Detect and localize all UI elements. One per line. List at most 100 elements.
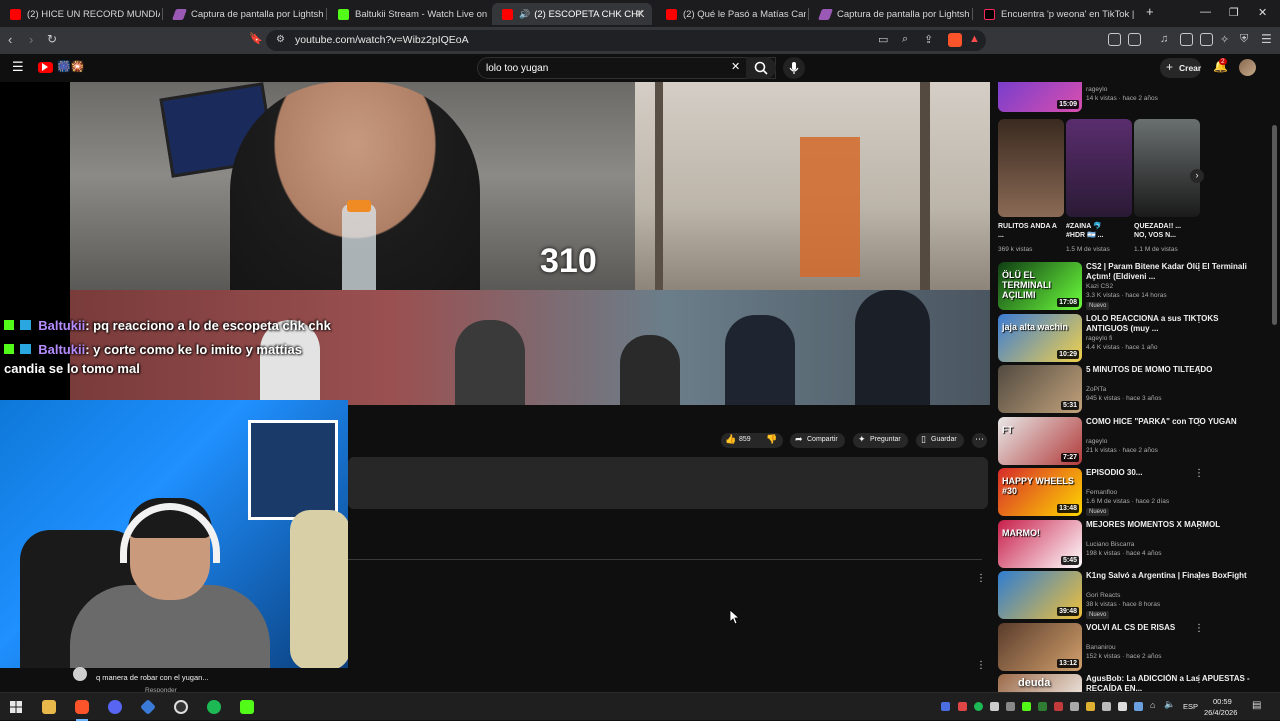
description-box[interactable] xyxy=(348,457,988,509)
recommended-video[interactable]: 15:09 rageylo 14 k vistas · hace 2 años xyxy=(998,82,1268,114)
commenter-avatar[interactable] xyxy=(73,667,87,681)
video-options-icon[interactable]: ⋮ xyxy=(1194,623,1204,634)
video-title[interactable]: VOLVI AL CS DE RISAS xyxy=(1086,623,1251,633)
file-explorer-icon[interactable] xyxy=(42,700,56,714)
shorts-next-icon[interactable]: › xyxy=(1190,169,1204,183)
video-title[interactable]: EPISODIO 30... xyxy=(1086,468,1251,478)
share-page-icon[interactable]: ⇪ xyxy=(924,33,933,46)
site-info-icon[interactable]: ⚙ xyxy=(276,34,285,45)
comment-options-icon[interactable]: ⋮ xyxy=(976,573,986,584)
doodle-logo-icon[interactable]: 🎆🎇 xyxy=(57,60,84,73)
close-tab-icon[interactable]: ✕ xyxy=(635,7,644,20)
screen-cast-icon[interactable]: ▭ xyxy=(878,33,888,46)
recommended-video[interactable]: deuda AgusBob: La ADICCIÓN a Las APUESTAS… xyxy=(998,674,1268,692)
video-options-icon[interactable]: ⋮ xyxy=(1194,314,1204,325)
address-bar[interactable]: ⚙ youtube.com/watch?v=Wibz2pIQEoA ▭ ⌕ ⇪ … xyxy=(266,30,986,51)
more-actions-icon[interactable]: ⋯ xyxy=(972,433,987,448)
back-icon[interactable]: ‹ xyxy=(8,32,12,47)
video-thumbnail[interactable]: 13:12 xyxy=(998,622,1082,671)
new-tab-icon[interactable]: + xyxy=(1146,4,1154,19)
search-button[interactable] xyxy=(746,57,776,79)
save-button[interactable]: ▯ Guardar xyxy=(916,433,964,448)
guide-menu-icon[interactable]: ☰ xyxy=(12,59,24,75)
tab-lightshot-2[interactable]: Captura de pantalla por Lightshot xyxy=(810,3,970,25)
reading-list-icon[interactable] xyxy=(1128,33,1141,46)
video-thumbnail[interactable]: HAPPY WHEELS #30 13:48 xyxy=(998,468,1082,516)
recommended-video[interactable]: HAPPY WHEELS #30 13:48 EPISODIO 30... Ferna… xyxy=(998,468,1268,518)
video-options-icon[interactable]: ⋮ xyxy=(1194,674,1204,685)
tray-icon[interactable] xyxy=(1134,702,1143,711)
video-thumbnail[interactable]: 39:48 xyxy=(998,571,1082,619)
video-options-icon[interactable]: ⋮ xyxy=(1194,468,1204,479)
video-options-icon[interactable]: ⋮ xyxy=(1194,365,1204,376)
video-options-icon[interactable]: ⋮ xyxy=(1194,520,1204,531)
like-button[interactable]: 👍 859 xyxy=(721,433,761,448)
channel-name[interactable]: rageylo fi xyxy=(1086,335,1112,342)
spotify-icon[interactable] xyxy=(207,700,221,714)
channel-name[interactable]: rageylo xyxy=(1086,86,1107,93)
video-thumbnail[interactable]: 5:31 xyxy=(998,365,1082,413)
vpn-icon[interactable]: ⛨ xyxy=(1240,33,1248,46)
leo-ai-icon[interactable]: ✧ xyxy=(1220,33,1229,46)
short-title[interactable]: RULITOS ANDA A ... xyxy=(998,222,1060,240)
tray-icon[interactable] xyxy=(1038,702,1047,711)
bookmark-icon[interactable]: 🔖 xyxy=(249,32,263,45)
discord-icon[interactable] xyxy=(108,700,122,714)
tray-icon[interactable] xyxy=(1054,702,1063,711)
clear-search-icon[interactable]: ✕ xyxy=(731,60,740,73)
tab-tiktok[interactable]: Encuentra 'p weona' en TikTok | Bus xyxy=(974,3,1134,25)
page-scrollbar[interactable] xyxy=(1272,125,1277,325)
windows-start-icon[interactable] xyxy=(10,701,22,713)
create-button[interactable]: + Crear xyxy=(1160,58,1201,78)
recommended-video[interactable]: FT 7:27 COMO HICE "PARKA" con TOO YUGAN rag… xyxy=(998,416,1268,467)
recommended-video[interactable]: ÖLÜ EL TERMINALI AÇILIMI 17:08 CS2 | Param… xyxy=(998,262,1268,312)
notification-center-icon[interactable]: ▤ xyxy=(1252,700,1261,711)
sidebar-toggle-icon[interactable] xyxy=(1180,33,1193,46)
brave-browser-icon[interactable] xyxy=(75,700,89,714)
video-title[interactable]: LOLO REACCIONA a sus TIKTOKS ANTIGUOS (m… xyxy=(1086,314,1251,334)
volume-icon[interactable]: 🔈 xyxy=(1164,699,1175,710)
tray-icon[interactable] xyxy=(1070,702,1079,711)
short-title[interactable]: #ZAINA 🐬 #HDR 🇦🇷 ... xyxy=(1066,222,1114,240)
share-button[interactable]: ➦ Compartir xyxy=(790,433,845,448)
video-thumbnail[interactable]: jaja alta wachin 10:29 xyxy=(998,313,1082,362)
channel-name[interactable]: rageylo xyxy=(1086,438,1107,445)
maximize-icon[interactable]: ❐ xyxy=(1229,6,1239,19)
media-controls-icon[interactable]: ♫ xyxy=(1160,33,1168,45)
video-title[interactable]: COMO HICE "PARKA" con TOO YUGAN xyxy=(1086,417,1251,427)
tray-icon[interactable] xyxy=(1006,702,1015,711)
video-player[interactable]: 310 Baltukii: pq reacciono a lo de escop… xyxy=(0,82,990,405)
reload-icon[interactable]: ↻ xyxy=(47,32,57,46)
extensions-icon[interactable] xyxy=(1108,33,1121,46)
recommended-video[interactable]: jaja alta wachin 10:29 LOLO REACCIONA a su… xyxy=(998,313,1268,364)
video-title[interactable]: K1ng Salvó a Argentina | Finales BoxFigh… xyxy=(1086,571,1251,581)
clock-date[interactable]: 26/4/2026 xyxy=(1204,708,1237,717)
video-options-icon[interactable]: ⋮ xyxy=(1194,571,1204,582)
video-title[interactable]: 5 MINUTOS DE MOMO TILTEADO xyxy=(1086,365,1251,375)
tray-icon[interactable] xyxy=(941,702,950,711)
recommended-video[interactable]: 13:12 VOLVI AL CS DE RISAS Bananirou 152 k … xyxy=(998,622,1268,673)
forward-icon[interactable]: › xyxy=(29,32,33,47)
recommended-video[interactable]: MARMO! 5:45 MEJORES MOMENTOS X MARMOL Lucia… xyxy=(998,519,1268,570)
channel-name[interactable]: Gori Reacts xyxy=(1086,592,1120,599)
video-thumbnail[interactable]: ÖLÜ EL TERMINALI AÇILIMI 17:08 xyxy=(998,262,1082,310)
video-thumbnail[interactable]: deuda xyxy=(998,674,1082,692)
video-title[interactable]: MEJORES MOMENTOS X MARMOL xyxy=(1086,520,1251,530)
browser-menu-icon[interactable]: ☰ xyxy=(1261,32,1272,46)
short-title[interactable]: QUEZADA!! ... NO, VOS N... xyxy=(1134,222,1182,240)
brave-rewards-icon[interactable]: ▲ xyxy=(969,33,980,45)
input-language[interactable]: ESP xyxy=(1183,702,1198,711)
tab-record-mundial[interactable]: (2) HICE UN RECORD MUNDIAL EN xyxy=(0,3,160,25)
close-window-icon[interactable]: ✕ xyxy=(1258,6,1267,19)
network-icon[interactable]: ⌂ xyxy=(1150,700,1155,710)
dislike-button[interactable]: 👎 xyxy=(761,433,783,448)
channel-name[interactable]: Kazi CS2 xyxy=(1086,283,1113,290)
video-title[interactable]: AgusBob: La ADICCIÓN a Las APUESTAS - RE… xyxy=(1086,674,1251,692)
tab-escopeta-active[interactable]: 🔊 (2) ESCOPETA CHK CHK xyxy=(492,3,652,25)
tray-icon[interactable] xyxy=(958,702,967,711)
channel-name[interactable]: Luciano Biscarra xyxy=(1086,541,1134,548)
voice-search-button[interactable] xyxy=(783,57,805,79)
recommended-video[interactable]: 5:31 5 MINUTOS DE MOMO TILTEADO ZoPiTa 945 … xyxy=(998,365,1268,415)
tab-lightshot-1[interactable]: Captura de pantalla por Lightshot xyxy=(164,3,324,25)
channel-name[interactable]: Fernanfloo xyxy=(1086,489,1117,496)
